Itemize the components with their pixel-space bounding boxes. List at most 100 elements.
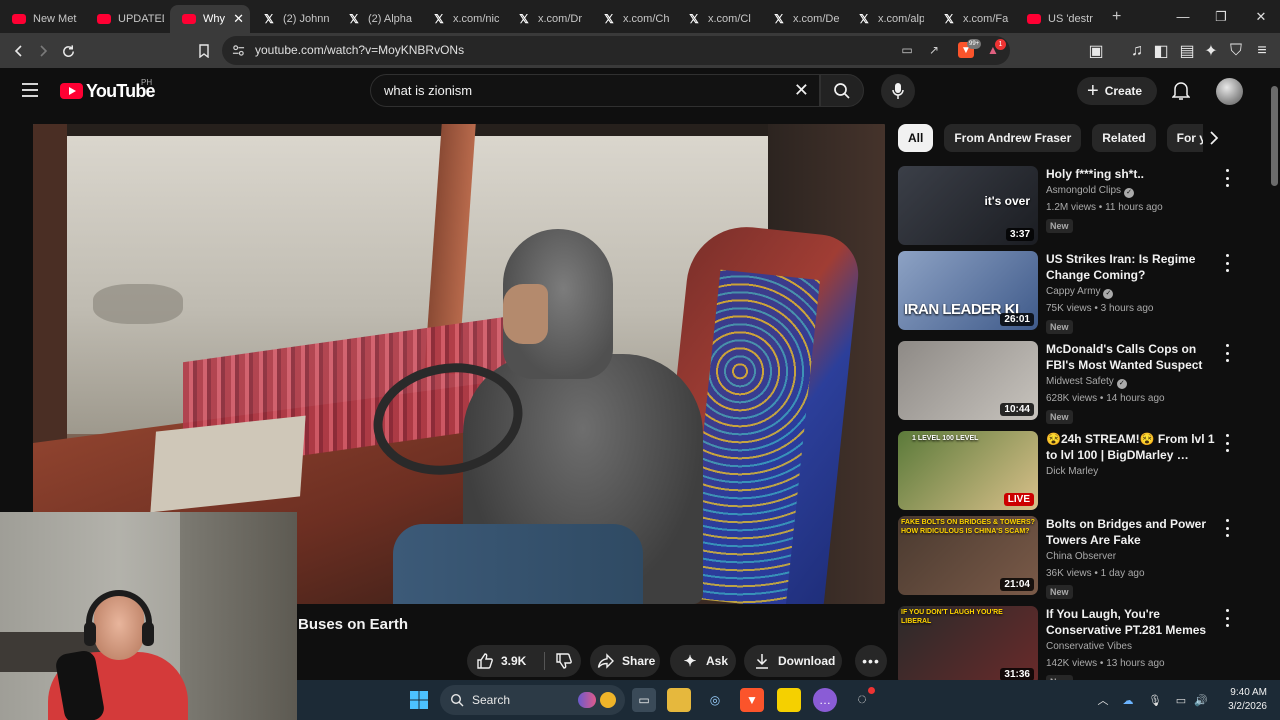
recommended-video[interactable]: FAKE BOLTS ON BRIDGES & TOWERS? HOW RIDI… bbox=[898, 516, 1243, 599]
browser-tab[interactable]: New Met bbox=[0, 5, 85, 33]
share-button[interactable]: Share bbox=[590, 645, 660, 677]
windows-start-icon[interactable] bbox=[407, 688, 431, 712]
cast-icon[interactable]: ▭ bbox=[899, 42, 915, 58]
menu-icon[interactable]: ≡ bbox=[1250, 39, 1274, 63]
create-button[interactable]: + Create bbox=[1077, 77, 1157, 105]
reload-icon[interactable] bbox=[56, 39, 80, 63]
search-button[interactable] bbox=[820, 74, 864, 107]
leo-ai-icon[interactable]: ✦ bbox=[1199, 39, 1223, 63]
recommended-video[interactable]: IF YOU DON'T LAUGH YOU'RE LIBERAL 31:36 If… bbox=[898, 606, 1243, 689]
browser-tab[interactable]: US 'destr bbox=[1015, 5, 1100, 33]
browser-tab[interactable]: Why I ✕ bbox=[170, 4, 250, 33]
video-thumbnail[interactable]: IF YOU DON'T LAUGH YOU'RE LIBERAL 31:36 bbox=[898, 606, 1038, 685]
filter-chip[interactable]: All bbox=[898, 124, 934, 152]
channel-name-row[interactable]: Midwest Safety ✓ bbox=[1046, 376, 1127, 389]
media-icon[interactable]: ♫ bbox=[1125, 39, 1149, 63]
video-thumbnail[interactable]: IRAN LEADER KI 26:01 bbox=[898, 251, 1038, 330]
notifications-button[interactable] bbox=[1168, 78, 1194, 104]
filter-chip[interactable]: Related bbox=[1092, 124, 1156, 152]
chat-app-icon[interactable]: … bbox=[813, 688, 837, 712]
browser-tab[interactable]: 𝕏x.com/Ch bbox=[590, 5, 675, 33]
more-vertical-icon[interactable] bbox=[1222, 344, 1232, 362]
brave-browser-icon[interactable]: ▼ bbox=[740, 688, 764, 712]
network-icon[interactable]: ▭ bbox=[1173, 692, 1189, 708]
recommended-video[interactable]: it's over 3:37 Holy f***ing sh*t.. Asmongol… bbox=[898, 166, 1243, 246]
channel-name-row[interactable]: Conservative Vibes bbox=[1046, 641, 1132, 652]
vpn-icon[interactable]: ⛉ bbox=[1224, 39, 1248, 63]
recommended-video-title[interactable]: If You Laugh, You're Conservative PT.281… bbox=[1046, 606, 1221, 640]
task-view-icon[interactable]: ▭ bbox=[632, 688, 656, 712]
more-vertical-icon[interactable] bbox=[1222, 169, 1232, 187]
x-icon: 𝕏 bbox=[604, 11, 614, 26]
video-thumbnail[interactable]: it's over 3:37 bbox=[898, 166, 1038, 245]
bookmark-icon[interactable] bbox=[192, 39, 216, 63]
volume-icon[interactable]: 🔊 bbox=[1193, 692, 1209, 708]
voice-search-button[interactable] bbox=[881, 74, 915, 108]
browser-tab[interactable]: 𝕏x.com/nic bbox=[420, 5, 505, 33]
guide-menu-icon[interactable] bbox=[21, 82, 39, 98]
more-actions-button[interactable]: ••• bbox=[855, 645, 887, 677]
steam-icon[interactable]: ◎ bbox=[703, 688, 727, 712]
more-vertical-icon[interactable] bbox=[1222, 254, 1232, 272]
close-tab-icon[interactable]: ✕ bbox=[233, 11, 244, 27]
youtube-logo-icon[interactable] bbox=[60, 83, 83, 99]
channel-name-row[interactable]: China Observer bbox=[1046, 551, 1116, 562]
like-button[interactable]: 3.9K bbox=[467, 645, 539, 677]
recommended-video[interactable]: IRAN LEADER KI 26:01 US Strikes Iran: Is R… bbox=[898, 251, 1243, 334]
recommended-video-title[interactable]: Bolts on Bridges and Power Towers Are Fa… bbox=[1046, 516, 1221, 550]
sticky-notes-icon[interactable] bbox=[777, 688, 801, 712]
file-explorer-icon[interactable] bbox=[667, 688, 691, 712]
system-clock[interactable]: 9:40 AM 3/2/2026 bbox=[1217, 686, 1267, 714]
recommended-video[interactable]: 1 LEVEL 100 LEVEL LIVE 😵24h STREAM!😵 From … bbox=[898, 431, 1243, 511]
chevron-right-icon[interactable] bbox=[1203, 127, 1225, 149]
wallet-icon[interactable]: ▤ bbox=[1175, 39, 1199, 63]
share-page-icon[interactable]: ↗ bbox=[926, 42, 942, 58]
video-thumbnail[interactable]: FAKE BOLTS ON BRIDGES & TOWERS? HOW RIDI… bbox=[898, 516, 1038, 595]
recommended-video-title[interactable]: Holy f***ing sh*t.. bbox=[1046, 166, 1221, 182]
channel-name-row[interactable]: Asmongold Clips ✓ bbox=[1046, 185, 1135, 198]
filter-chip[interactable]: For you bbox=[1166, 124, 1203, 152]
address-bar[interactable]: youtube.com/watch?v=MoyKNBRvONs ▭ ↗ ▼ 99… bbox=[222, 36, 1010, 65]
video-thumbnail[interactable]: 1 LEVEL 100 LEVEL LIVE bbox=[898, 431, 1038, 510]
more-vertical-icon[interactable] bbox=[1222, 434, 1232, 452]
browser-tab[interactable]: 𝕏x.com/Dr bbox=[505, 5, 590, 33]
browser-tab[interactable]: 𝕏 (2) Alpha bbox=[335, 5, 420, 33]
recommended-video-title[interactable]: US Strikes Iran: Is Regime Change Coming… bbox=[1046, 251, 1221, 283]
clear-search-icon[interactable]: ✕ bbox=[794, 80, 809, 101]
more-vertical-icon[interactable] bbox=[1222, 519, 1232, 537]
video-meta: 142K views • 13 hours ago bbox=[1046, 658, 1165, 669]
channel-name-row[interactable]: Cappy Army ✓ bbox=[1046, 286, 1114, 299]
site-settings-icon[interactable] bbox=[230, 42, 246, 58]
search-input[interactable]: what is zionism ✕ bbox=[370, 74, 820, 107]
recommended-video-title[interactable]: 😵24h STREAM!😵 From lvl 1 to lvl 100 | Bi… bbox=[1046, 431, 1221, 463]
youtube-icon bbox=[182, 13, 196, 24]
download-button[interactable]: Download bbox=[744, 645, 842, 677]
more-vertical-icon[interactable] bbox=[1222, 609, 1232, 627]
scrollbar-thumb[interactable] bbox=[1271, 86, 1278, 186]
filter-chip[interactable]: From Andrew Fraser bbox=[944, 124, 1082, 152]
close-window-icon[interactable]: ✕ bbox=[1238, 0, 1280, 33]
cloud-icon[interactable]: ☁ bbox=[1120, 692, 1136, 708]
reading-panel-icon[interactable]: ◧ bbox=[1149, 39, 1173, 63]
copilot-icon bbox=[578, 692, 596, 708]
browser-tab[interactable]: 𝕏x.com/Fa bbox=[930, 5, 1015, 33]
browser-tab[interactable]: 𝕏x.com/alp bbox=[845, 5, 930, 33]
browser-tab[interactable]: 𝕏x.com/De bbox=[760, 5, 845, 33]
video-thumbnail[interactable]: 10:44 bbox=[898, 341, 1038, 420]
sidebar-toggle-icon[interactable]: ▣ bbox=[1084, 39, 1108, 63]
microphone-tray-icon[interactable]: 🎙 bbox=[1147, 692, 1163, 708]
new-tab-button[interactable]: + bbox=[1112, 8, 1121, 26]
back-icon[interactable] bbox=[7, 39, 31, 63]
chevron-up-icon[interactable]: ︿ bbox=[1095, 692, 1111, 708]
channel-name-row[interactable]: Dick Marley bbox=[1046, 466, 1098, 477]
recommended-video-title[interactable]: McDonald's Calls Cops on FBI's Most Want… bbox=[1046, 341, 1221, 373]
ask-button[interactable]: ✦ Ask bbox=[670, 645, 736, 677]
browser-tab[interactable]: UPDATED bbox=[85, 5, 170, 33]
recommended-video[interactable]: 10:44 McDonald's Calls Cops on FBI's Most… bbox=[898, 341, 1243, 424]
account-avatar[interactable] bbox=[1216, 78, 1243, 105]
browser-tab[interactable]: 𝕏x.com/Cl bbox=[675, 5, 760, 33]
forward-icon[interactable] bbox=[31, 39, 55, 63]
dislike-button[interactable] bbox=[547, 645, 581, 677]
browser-tab[interactable]: 𝕏 (2) Johnny bbox=[250, 5, 335, 33]
taskbar-search[interactable]: Search bbox=[440, 685, 625, 715]
